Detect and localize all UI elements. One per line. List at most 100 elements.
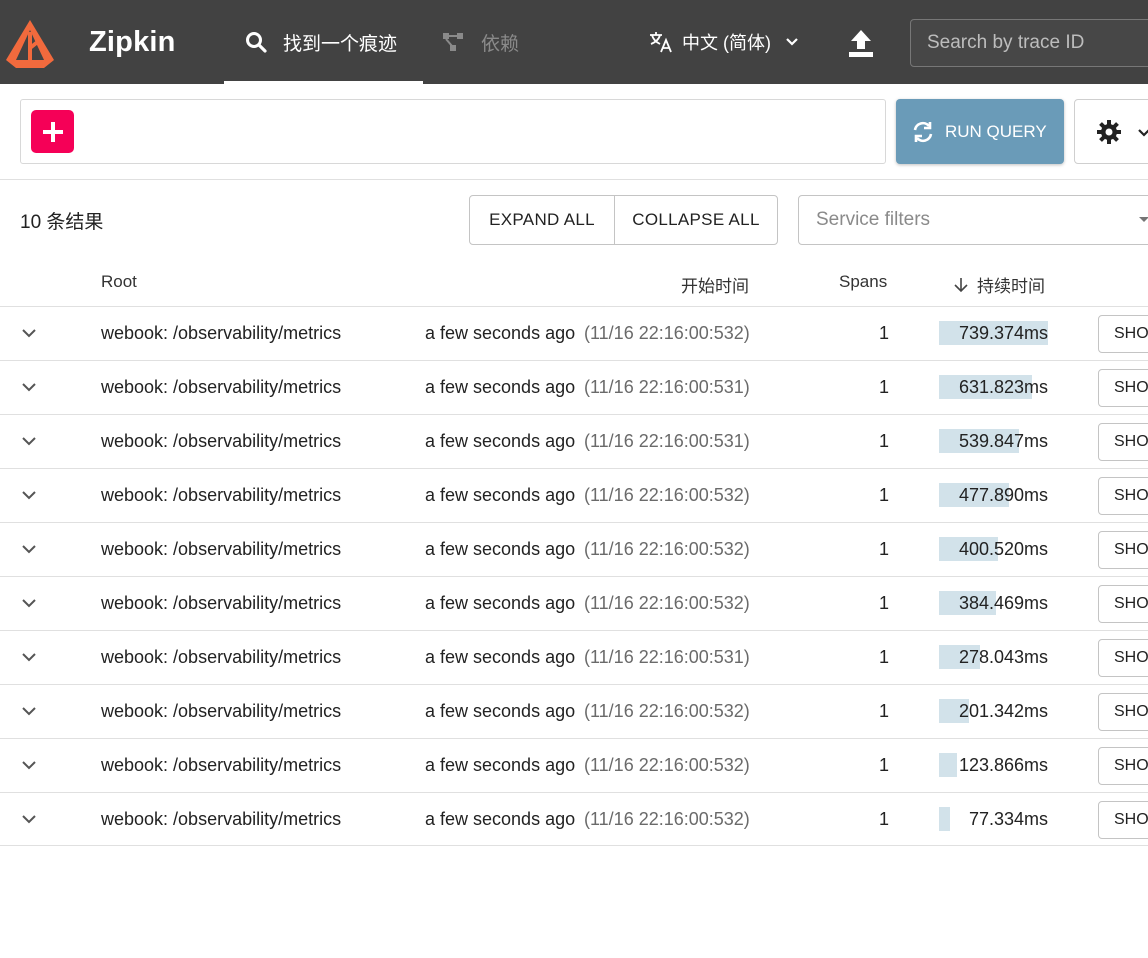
- duration-value: 400.520ms: [958, 539, 1048, 559]
- table-row[interactable]: webook: /observability/metrics a few seco…: [0, 684, 1148, 738]
- table-row[interactable]: webook: /observability/metrics a few seco…: [0, 414, 1148, 468]
- column-header-spans[interactable]: Spans: [839, 272, 887, 292]
- duration-value: 77.334ms: [968, 809, 1048, 829]
- start-time-relative: a few seconds ago: [425, 323, 576, 343]
- span-count: 1: [879, 431, 890, 451]
- start-time-absolute: (11/16 22:16:00:532): [584, 755, 750, 775]
- show-trace-button[interactable]: SHOW: [1098, 477, 1148, 515]
- table-row[interactable]: webook: /observability/metrics a few seco…: [0, 306, 1148, 360]
- root-span-name: webook: /observability/metrics: [101, 755, 342, 775]
- expand-row-icon[interactable]: [20, 810, 38, 828]
- table-row[interactable]: webook: /observability/metrics a few seco…: [0, 738, 1148, 792]
- app-title[interactable]: Zipkin: [89, 26, 176, 59]
- table-row[interactable]: webook: /observability/metrics a few seco…: [0, 630, 1148, 684]
- dropdown-arrow-icon: [1139, 217, 1148, 222]
- show-trace-button[interactable]: SHOW: [1098, 315, 1148, 353]
- start-time-relative: a few seconds ago: [425, 377, 576, 397]
- span-count: 1: [879, 323, 890, 343]
- column-header-duration[interactable]: 持续时间: [953, 272, 1045, 297]
- expand-row-icon[interactable]: [20, 378, 38, 396]
- start-time-absolute: (11/16 22:16:00:532): [584, 323, 750, 343]
- trace-results-table: webook: /observability/metrics a few seco…: [0, 306, 1148, 846]
- dependencies-icon: [443, 33, 463, 51]
- duration-value: 477.890ms: [958, 485, 1048, 505]
- search-icon: [246, 32, 267, 53]
- duration-value: 539.847ms: [958, 431, 1048, 451]
- duration-value: 631.823ms: [958, 377, 1048, 397]
- expand-row-icon[interactable]: [20, 648, 38, 666]
- span-count: 1: [879, 701, 890, 721]
- span-count: 1: [879, 809, 890, 829]
- show-trace-button[interactable]: SHOW: [1098, 369, 1148, 407]
- table-row[interactable]: webook: /observability/metrics a few seco…: [0, 468, 1148, 522]
- table-row[interactable]: webook: /observability/metrics a few seco…: [0, 360, 1148, 414]
- show-trace-button[interactable]: SHOW: [1098, 639, 1148, 677]
- table-row[interactable]: webook: /observability/metrics a few seco…: [0, 522, 1148, 576]
- arrow-down-icon: [954, 277, 968, 292]
- service-filter-placeholder: Service filters: [816, 209, 931, 230]
- zipkin-logo-icon[interactable]: [4, 18, 56, 70]
- start-time-absolute: (11/16 22:16:00:532): [584, 593, 750, 613]
- collapse-all-button[interactable]: COLLAPSE ALL: [615, 196, 777, 244]
- expand-row-icon[interactable]: [20, 594, 38, 612]
- duration-value: 201.342ms: [958, 701, 1048, 721]
- upload-icon[interactable]: [846, 27, 876, 59]
- duration-bar: [939, 807, 950, 831]
- start-time-absolute: (11/16 22:16:00:532): [584, 809, 750, 829]
- duration-value: 123.866ms: [958, 755, 1048, 775]
- root-span-name: webook: /observability/metrics: [101, 485, 342, 505]
- root-span-name: webook: /observability/metrics: [101, 431, 342, 451]
- start-time-absolute: (11/16 22:16:00:531): [584, 377, 750, 397]
- span-count: 1: [879, 755, 890, 775]
- start-time-relative: a few seconds ago: [425, 647, 576, 667]
- expand-all-button[interactable]: EXPAND ALL: [470, 196, 615, 244]
- result-count: 10 条结果: [20, 212, 104, 233]
- expand-row-icon[interactable]: [20, 540, 38, 558]
- language-selector[interactable]: 中文 (简体): [648, 0, 801, 84]
- expand-row-icon[interactable]: [20, 756, 38, 774]
- top-app-bar: Zipkin 找到一个痕迹 依赖 中文 (简体): [0, 0, 1148, 84]
- column-header-start-time[interactable]: 开始时间: [681, 272, 749, 297]
- run-query-button[interactable]: RUN QUERY: [896, 99, 1064, 164]
- query-criteria-box[interactable]: [20, 99, 886, 164]
- start-time-absolute: (11/16 22:16:00:531): [584, 431, 750, 451]
- root-span-name: webook: /observability/metrics: [101, 539, 342, 559]
- expand-row-icon[interactable]: [20, 432, 38, 450]
- show-trace-button[interactable]: SHOW: [1098, 423, 1148, 461]
- show-trace-button[interactable]: SHOW: [1098, 801, 1148, 839]
- duration-value: 739.374ms: [958, 323, 1048, 343]
- table-row[interactable]: webook: /observability/metrics a few seco…: [0, 576, 1148, 630]
- translate-icon: [650, 32, 672, 53]
- add-criteria-button[interactable]: [31, 110, 74, 153]
- start-time-absolute: (11/16 22:16:00:532): [584, 485, 750, 505]
- expand-row-icon[interactable]: [20, 486, 38, 504]
- span-count: 1: [879, 593, 890, 613]
- query-settings-button[interactable]: [1074, 99, 1148, 164]
- show-trace-button[interactable]: SHOW: [1098, 585, 1148, 623]
- divider: [0, 179, 1148, 180]
- service-filter-select[interactable]: Service filters: [798, 195, 1148, 245]
- tab-dependencies[interactable]: 依赖: [441, 0, 519, 84]
- start-time-relative: a few seconds ago: [425, 701, 576, 721]
- show-trace-button[interactable]: SHOW: [1098, 531, 1148, 569]
- show-trace-button[interactable]: SHOW: [1098, 693, 1148, 731]
- duration-value: 384.469ms: [958, 593, 1048, 613]
- trace-id-search-field[interactable]: [910, 19, 1148, 67]
- root-span-name: webook: /observability/metrics: [101, 809, 342, 829]
- column-header-duration-label: 持续时间: [977, 277, 1045, 296]
- expand-row-icon[interactable]: [20, 324, 38, 342]
- show-trace-button[interactable]: SHOW: [1098, 747, 1148, 785]
- expand-row-icon[interactable]: [20, 702, 38, 720]
- table-row[interactable]: webook: /observability/metrics a few seco…: [0, 792, 1148, 846]
- duration-bar: [939, 753, 957, 777]
- column-header-root[interactable]: Root: [101, 272, 137, 292]
- language-label: 中文 (简体): [682, 33, 771, 53]
- trace-id-search-input[interactable]: [911, 20, 1148, 66]
- start-time-relative: a few seconds ago: [425, 485, 576, 505]
- start-time-relative: a few seconds ago: [425, 539, 576, 559]
- tab-find-trace[interactable]: 找到一个痕迹: [224, 0, 423, 84]
- root-span-name: webook: /observability/metrics: [101, 701, 342, 721]
- active-tab-indicator: [224, 81, 423, 84]
- start-time-absolute: (11/16 22:16:00:532): [584, 701, 750, 721]
- span-count: 1: [879, 485, 890, 505]
